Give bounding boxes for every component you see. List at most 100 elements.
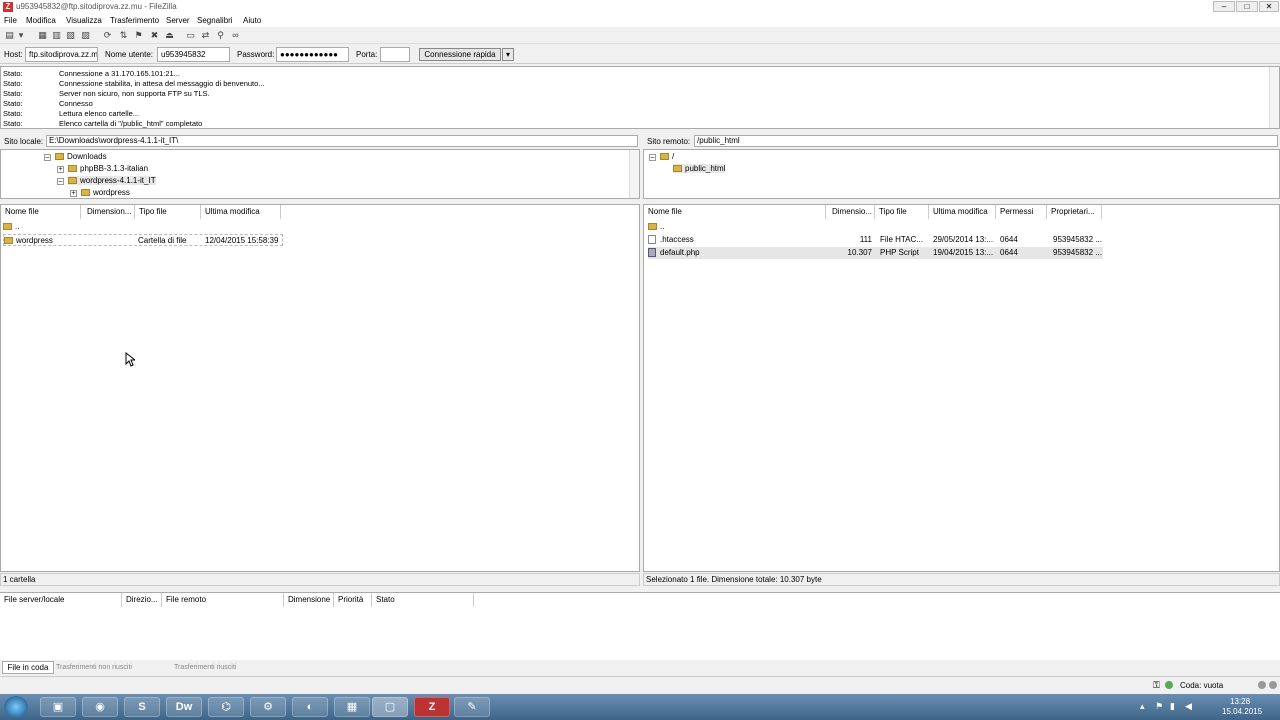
menu-trasferimento[interactable]: Trasferimento bbox=[110, 16, 159, 25]
app-icon[interactable]: ⚙ bbox=[250, 697, 286, 717]
collapse-icon[interactable]: – bbox=[57, 178, 64, 185]
transfer-queue: File server/locale Direzio... File remot… bbox=[0, 592, 1280, 660]
col-remote-perms[interactable]: Permessi bbox=[996, 205, 1047, 219]
toggle-queue-icon[interactable]: ▨ bbox=[79, 29, 92, 41]
queue-tabs: File in coda Trasferimenti non riusciti … bbox=[0, 660, 1280, 674]
site-manager-icon[interactable]: ▤ bbox=[3, 29, 16, 41]
expand-icon[interactable]: + bbox=[70, 190, 77, 197]
minimize-button[interactable]: – bbox=[1213, 1, 1235, 12]
list-item-selected[interactable]: default.php 10.307 PHP Script 19/04/2015… bbox=[648, 247, 1103, 259]
screen-recorder-icon[interactable]: ▢ bbox=[372, 697, 408, 717]
col-local-type[interactable]: Tipo file bbox=[135, 205, 201, 219]
expand-icon[interactable]: + bbox=[57, 166, 64, 173]
remote-site-bar: Sito remoto: /public_html bbox=[643, 134, 1280, 148]
app-icon-2[interactable]: ◐ bbox=[292, 697, 328, 717]
col-queue-direction[interactable]: Direzio... bbox=[122, 593, 162, 607]
password-input[interactable]: ●●●●●●●●●●●● bbox=[276, 47, 349, 62]
col-local-modified[interactable]: Ultima modifica bbox=[201, 205, 281, 219]
compare-icon[interactable]: ▭ bbox=[184, 29, 197, 41]
tree-item-public-html[interactable]: public_html bbox=[673, 164, 726, 173]
toggle-log-icon[interactable]: ▦ bbox=[36, 29, 49, 41]
menu-modifica[interactable]: Modifica bbox=[26, 16, 56, 25]
tree-item-phpbb[interactable]: phpBB-3.1.3-italian bbox=[68, 164, 148, 173]
quickconnect-button[interactable]: Connessione rapida bbox=[419, 48, 501, 61]
tray-volume-icon[interactable]: ◀ bbox=[1185, 701, 1192, 712]
tree-item-wordpress-selected[interactable]: wordpress-4.1.1-it_IT bbox=[68, 176, 156, 185]
menu-server[interactable]: Server bbox=[166, 16, 190, 25]
list-item[interactable]: .. bbox=[648, 221, 1103, 233]
media-icon[interactable]: ▦ bbox=[334, 697, 370, 717]
maximize-button[interactable]: □ bbox=[1236, 1, 1258, 12]
host-input[interactable]: ftp.sitodiprova.zz.m bbox=[25, 47, 98, 62]
tray-flag-icon[interactable]: ⚑ bbox=[1155, 701, 1163, 712]
col-remote-size[interactable]: Dimensio... bbox=[828, 205, 875, 219]
col-queue-size[interactable]: Dimensione bbox=[284, 593, 334, 607]
col-remote-type[interactable]: Tipo file bbox=[875, 205, 929, 219]
collapse-icon[interactable]: – bbox=[44, 154, 51, 161]
col-queue-status[interactable]: Stato bbox=[372, 593, 474, 607]
col-remote-name[interactable]: Nome file bbox=[644, 205, 826, 219]
chevron-down-icon[interactable]: ▾ bbox=[17, 29, 25, 41]
tree-item-wordpress[interactable]: wordpress bbox=[81, 188, 130, 197]
col-queue-priority[interactable]: Priorità bbox=[334, 593, 372, 607]
dreamweaver-icon[interactable]: Dw bbox=[166, 697, 202, 717]
menu-visualizza[interactable]: Visualizza bbox=[66, 16, 102, 25]
process-queue-icon[interactable]: ⇅ bbox=[117, 29, 130, 41]
log-scrollbar[interactable] bbox=[1269, 67, 1279, 128]
menu-segnalibri[interactable]: Segnalibri bbox=[197, 16, 233, 25]
queue-status-text: Coda: vuota bbox=[1180, 681, 1224, 690]
menu-file[interactable]: File bbox=[4, 16, 17, 25]
browser-icon[interactable]: ◉ bbox=[82, 697, 118, 717]
list-item[interactable]: .. bbox=[3, 221, 283, 233]
tree-item-downloads[interactable]: Downloads bbox=[55, 152, 107, 161]
col-remote-modified[interactable]: Ultima modifica bbox=[929, 205, 996, 219]
local-site-label: Sito locale: bbox=[4, 137, 44, 146]
collapse-icon[interactable]: – bbox=[649, 154, 656, 161]
col-local-size[interactable]: Dimension... bbox=[83, 205, 135, 219]
clock-date[interactable]: 15.04.2015 bbox=[1222, 707, 1262, 716]
title-bar: Z u953945832@ftp.sitodiprova.zz.mu - Fil… bbox=[0, 0, 1280, 14]
username-input[interactable]: u953945832 bbox=[157, 47, 230, 62]
cancel-icon[interactable]: ✖ bbox=[148, 29, 161, 41]
close-button[interactable]: ✕ bbox=[1259, 1, 1279, 12]
network-app-icon[interactable]: ⌬ bbox=[208, 697, 244, 717]
folder-icon bbox=[3, 223, 12, 231]
col-queue-file[interactable]: File server/locale bbox=[0, 593, 122, 607]
tray-network-icon[interactable]: ▮ bbox=[1170, 701, 1175, 712]
start-button[interactable] bbox=[4, 696, 28, 718]
refresh-icon[interactable]: ⟳ bbox=[101, 29, 114, 41]
col-remote-owner[interactable]: Proprietari... bbox=[1047, 205, 1102, 219]
explorer-icon[interactable]: ▣ bbox=[40, 697, 76, 717]
tab-queued-files[interactable]: File in coda bbox=[2, 661, 54, 674]
list-item[interactable]: .htaccess 111 File HTAC... 29/05/2014 13… bbox=[648, 234, 1103, 246]
port-label: Porta: bbox=[356, 50, 378, 59]
disconnect-icon[interactable]: ⏏ bbox=[163, 29, 176, 41]
quickconnect-dropdown-icon[interactable]: ▾ bbox=[502, 48, 514, 61]
binoculars-icon[interactable]: ∞ bbox=[229, 29, 242, 41]
filezilla-taskbar-icon[interactable]: Z bbox=[414, 697, 450, 717]
tab-failed-transfers[interactable]: Trasferimenti non riusciti bbox=[56, 662, 172, 673]
port-input[interactable] bbox=[380, 47, 410, 62]
utility-icon[interactable]: ✎ bbox=[454, 697, 490, 717]
taskbar: ▣ ◉ S Dw ⌬ ⚙ ◐ ▦ ▢ Z ✎ ▴ ⚑ ▮ ◀ 13:28 15.… bbox=[0, 694, 1280, 720]
list-item[interactable]: wordpress Cartella di file 12/04/2015 15… bbox=[3, 234, 283, 246]
local-path-input[interactable]: E:\Downloads\wordpress-4.1.1-it_IT\ bbox=[46, 135, 638, 147]
toggle-tree-local-icon[interactable]: ▥ bbox=[50, 29, 63, 41]
tray-up-arrow-icon[interactable]: ▴ bbox=[1140, 701, 1145, 712]
local-site-bar: Sito locale: E:\Downloads\wordpress-4.1.… bbox=[0, 134, 640, 148]
filter-icon[interactable]: ⚑ bbox=[132, 29, 145, 41]
tree-item-root[interactable]: / bbox=[660, 152, 674, 161]
search-remote-icon[interactable]: ⚲ bbox=[214, 29, 227, 41]
col-local-name[interactable]: Nome file bbox=[1, 205, 81, 219]
tab-successful-transfers[interactable]: Trasferimenti riusciti bbox=[174, 662, 262, 673]
col-queue-remote[interactable]: File remoto bbox=[162, 593, 284, 607]
toggle-tree-remote-icon[interactable]: ▧ bbox=[64, 29, 77, 41]
menu-aiuto[interactable]: Aiuto bbox=[243, 16, 261, 25]
clock-time[interactable]: 13:28 bbox=[1230, 697, 1250, 706]
skype-icon[interactable]: S bbox=[124, 697, 160, 717]
remote-file-list: Nome file Dimensio... Tipo file Ultima m… bbox=[643, 204, 1280, 572]
sync-browse-icon[interactable]: ⇄ bbox=[199, 29, 212, 41]
local-tree-scrollbar[interactable] bbox=[629, 150, 639, 198]
remote-path-input[interactable]: /public_html bbox=[694, 135, 1278, 147]
php-file-icon bbox=[648, 248, 656, 258]
